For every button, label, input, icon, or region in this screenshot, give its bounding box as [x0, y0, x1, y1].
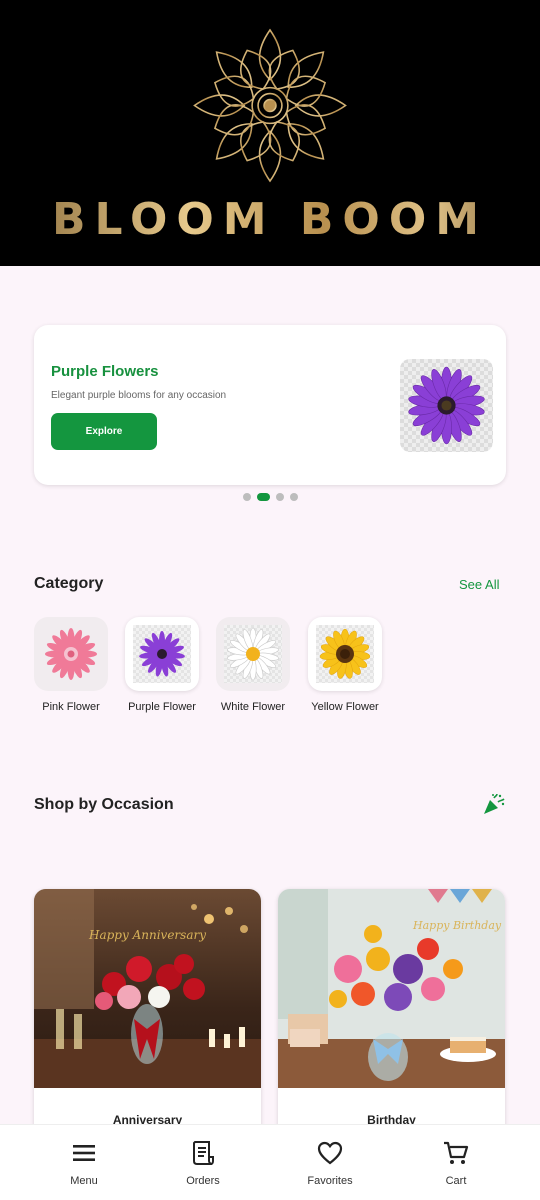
see-all-link[interactable]: See All	[459, 577, 499, 592]
carousel-dot[interactable]	[242, 493, 251, 501]
cart-icon	[444, 1141, 469, 1164]
category-thumb	[125, 617, 199, 691]
birthday-topper-text: Happy Birthday	[412, 919, 502, 932]
category-label: Yellow Flower	[311, 701, 379, 713]
lotus-mandala-icon	[193, 28, 347, 183]
nav-label: Cart	[445, 1175, 467, 1187]
banner-title: Purple Flowers	[51, 363, 159, 380]
anniversary-topper-text: Happy Anniversary	[88, 928, 206, 942]
receipt-icon	[193, 1141, 214, 1165]
category-label: Purple Flower	[128, 701, 196, 713]
purple-daisy-icon	[139, 631, 185, 677]
category-label: White Flower	[220, 701, 286, 713]
party-popper-icon[interactable]	[482, 792, 506, 816]
anniversary-bouquet-image: Happy Anniversary	[34, 889, 261, 1088]
nav-label: Favorites	[307, 1175, 353, 1187]
brand-name: BLOOM BOOM	[0, 194, 540, 245]
category-item-yellow[interactable]: Yellow Flower	[300, 617, 390, 713]
nav-orders[interactable]: Orders	[153, 1139, 253, 1187]
category-thumb	[308, 617, 382, 691]
promo-banner[interactable]: Purple Flowers Elegant purple blooms for…	[34, 325, 506, 485]
category-item-white[interactable]: White Flower	[208, 617, 298, 713]
category-item-pink[interactable]: Pink Flower	[26, 617, 116, 713]
occasion-title: Shop by Occasion	[34, 796, 174, 813]
explore-button[interactable]: Explore	[51, 413, 157, 450]
nav-label: Menu	[70, 1175, 98, 1187]
nav-label: Orders	[186, 1175, 220, 1187]
category-thumb	[34, 617, 108, 691]
category-label: Pink Flower	[42, 701, 100, 713]
occasion-card-birthday[interactable]: Happy Birthday Birthday	[278, 889, 505, 1139]
banner-subtitle: Elegant purple blooms for any occasion	[51, 390, 227, 401]
nav-favorites[interactable]: Favorites	[280, 1139, 380, 1187]
pink-gerbera-icon	[45, 628, 97, 680]
carousel-dot[interactable]	[289, 493, 298, 501]
birthday-bouquet-image: Happy Birthday	[278, 889, 505, 1088]
nav-cart[interactable]: Cart	[406, 1139, 506, 1187]
carousel-dot-active[interactable]	[256, 493, 270, 501]
banner-image	[400, 359, 493, 452]
menu-icon	[73, 1145, 95, 1161]
purple-daisy-icon	[408, 366, 485, 445]
bottom-navigation: Menu Orders Favorites Cart	[0, 1124, 540, 1200]
brand-header: BLOOM BOOM	[0, 0, 540, 266]
sunflower-icon	[319, 628, 371, 679]
category-thumb	[216, 617, 290, 691]
white-daisy-icon	[227, 627, 279, 681]
carousel-dot[interactable]	[275, 493, 284, 501]
category-title: Category	[34, 575, 104, 592]
nav-menu[interactable]: Menu	[34, 1139, 134, 1187]
heart-icon	[317, 1141, 343, 1165]
carousel-indicator[interactable]	[0, 493, 540, 501]
category-item-purple[interactable]: Purple Flower	[117, 617, 207, 713]
occasion-card-anniversary[interactable]: Happy Anniversary Anniversary	[34, 889, 261, 1139]
